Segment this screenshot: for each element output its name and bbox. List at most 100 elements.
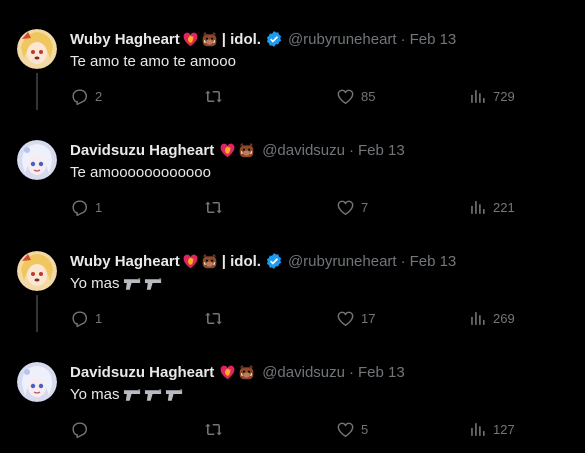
boar-emoji <box>201 253 218 270</box>
display-name[interactable]: Davidsuzu Hagheart <box>70 364 214 381</box>
verified-badge-icon <box>265 30 283 48</box>
avatar[interactable] <box>17 362 57 402</box>
tweet-header: Wuby Hagheart | idol. @rubyruneheart · F… <box>70 250 456 272</box>
boar-emoji <box>201 31 218 48</box>
retweet-button[interactable] <box>204 417 229 441</box>
user-handle[interactable]: @rubyruneheart <box>288 31 397 48</box>
name-suffix: | idol. <box>221 30 261 48</box>
emoji-group <box>123 388 186 402</box>
tweet-header: Wuby Hagheart | idol. @rubyruneheart · F… <box>70 28 456 50</box>
views-count: 269 <box>493 310 515 326</box>
tweet-date[interactable]: Feb 13 <box>410 253 457 270</box>
views-button[interactable]: 269 <box>468 306 515 330</box>
tweet-header: Davidsuzu Hagheart @davidsuzu · Feb 13 <box>70 361 405 383</box>
water-pistol-emoji <box>144 388 163 402</box>
like-count: 7 <box>361 199 369 215</box>
tweet-text: Te amoooooooooooo <box>70 163 211 183</box>
emoji-group <box>123 277 165 291</box>
tweet[interactable]: Wuby Hagheart | idol. @rubyruneheart · F… <box>0 222 585 332</box>
views-count: 127 <box>493 421 515 437</box>
reply-count: 1 <box>95 310 103 326</box>
name-suffix: | idol. <box>221 252 261 270</box>
reply-icon <box>72 421 88 438</box>
user-handle[interactable]: @davidsuzu <box>262 142 345 159</box>
tweet-body: Te amo te amo te amooo <box>70 53 236 70</box>
heart-on-fire-emoji <box>219 142 236 159</box>
avatar[interactable] <box>17 29 57 69</box>
retweet-icon <box>205 201 222 213</box>
views-count: 221 <box>493 199 515 215</box>
views-count: 729 <box>493 88 515 104</box>
views-icon <box>471 89 485 103</box>
like-button[interactable]: 5 <box>336 417 368 441</box>
reply-count: 1 <box>95 199 103 215</box>
retweet-icon <box>205 90 222 102</box>
like-count: 5 <box>361 421 369 437</box>
heart-on-fire-emoji <box>182 31 199 48</box>
tweet[interactable]: Davidsuzu Hagheart @davidsuzu · Feb 13 Y… <box>0 333 585 443</box>
heart-icon <box>337 200 354 215</box>
like-count: 85 <box>361 88 376 104</box>
separator-dot: · <box>400 30 406 48</box>
tweet-header: Davidsuzu Hagheart @davidsuzu · Feb 13 <box>70 139 405 161</box>
separator-dot: · <box>348 141 354 159</box>
tweet-actions: 2 85 729 <box>70 84 530 108</box>
boar-emoji <box>238 364 255 381</box>
views-button[interactable]: 127 <box>468 417 515 441</box>
heart-on-fire-emoji <box>219 364 236 381</box>
water-pistol-emoji <box>123 388 142 402</box>
tweet[interactable]: Davidsuzu Hagheart @davidsuzu · Feb 13 T… <box>0 111 585 221</box>
reply-button[interactable]: 1 <box>70 306 102 330</box>
like-button[interactable]: 7 <box>336 195 368 219</box>
heart-icon <box>337 311 354 326</box>
thread-line <box>36 295 38 332</box>
retweet-button[interactable] <box>204 84 229 108</box>
avatar[interactable] <box>17 140 57 180</box>
views-button[interactable]: 221 <box>468 195 515 219</box>
tweet-date[interactable]: Feb 13 <box>410 31 457 48</box>
display-name[interactable]: Davidsuzu Hagheart <box>70 142 214 159</box>
reply-button[interactable]: 1 <box>70 195 102 219</box>
tweet-date[interactable]: Feb 13 <box>358 364 405 381</box>
reply-button[interactable] <box>70 417 95 441</box>
water-pistol-emoji <box>144 277 163 291</box>
avatar[interactable] <box>17 251 57 291</box>
tweet-body: Yo mas <box>70 386 120 403</box>
retweet-button[interactable] <box>204 195 229 219</box>
like-button[interactable]: 85 <box>336 84 375 108</box>
views-button[interactable]: 729 <box>468 84 515 108</box>
tweet-date[interactable]: Feb 13 <box>358 142 405 159</box>
tweet-body: Yo mas <box>70 275 120 292</box>
user-handle[interactable]: @rubyruneheart <box>288 253 397 270</box>
verified-badge-icon <box>265 252 283 270</box>
reply-icon <box>72 88 88 105</box>
user-handle[interactable]: @davidsuzu <box>262 364 345 381</box>
retweet-button[interactable] <box>204 306 229 330</box>
thread-line <box>36 73 38 110</box>
tweet-text: Yo mas <box>70 385 186 405</box>
boar-emoji <box>238 142 255 159</box>
heart-icon <box>337 422 354 437</box>
tweet-body: Te amoooooooooooo <box>70 164 211 181</box>
tweet[interactable]: Wuby Hagheart | idol. @rubyruneheart · F… <box>0 0 585 110</box>
views-icon <box>471 200 485 214</box>
tweet-text: Yo mas <box>70 274 165 294</box>
separator-dot: · <box>348 363 354 381</box>
display-name[interactable]: Wuby Hagheart <box>70 253 180 270</box>
heart-icon <box>337 89 354 104</box>
retweet-icon <box>205 312 222 324</box>
reply-icon <box>72 199 88 216</box>
water-pistol-emoji <box>165 388 184 402</box>
tweet-text: Te amo te amo te amooo <box>70 52 236 72</box>
tweet-actions: 1 17 269 <box>70 306 530 330</box>
tweet-actions: 5 127 <box>70 417 530 441</box>
reply-button[interactable]: 2 <box>70 84 102 108</box>
heart-on-fire-emoji <box>182 253 199 270</box>
reply-icon <box>72 310 88 327</box>
retweet-icon <box>205 423 222 435</box>
like-count: 17 <box>361 310 376 326</box>
reply-count: 2 <box>95 88 103 104</box>
like-button[interactable]: 17 <box>336 306 375 330</box>
water-pistol-emoji <box>123 277 142 291</box>
display-name[interactable]: Wuby Hagheart <box>70 31 180 48</box>
